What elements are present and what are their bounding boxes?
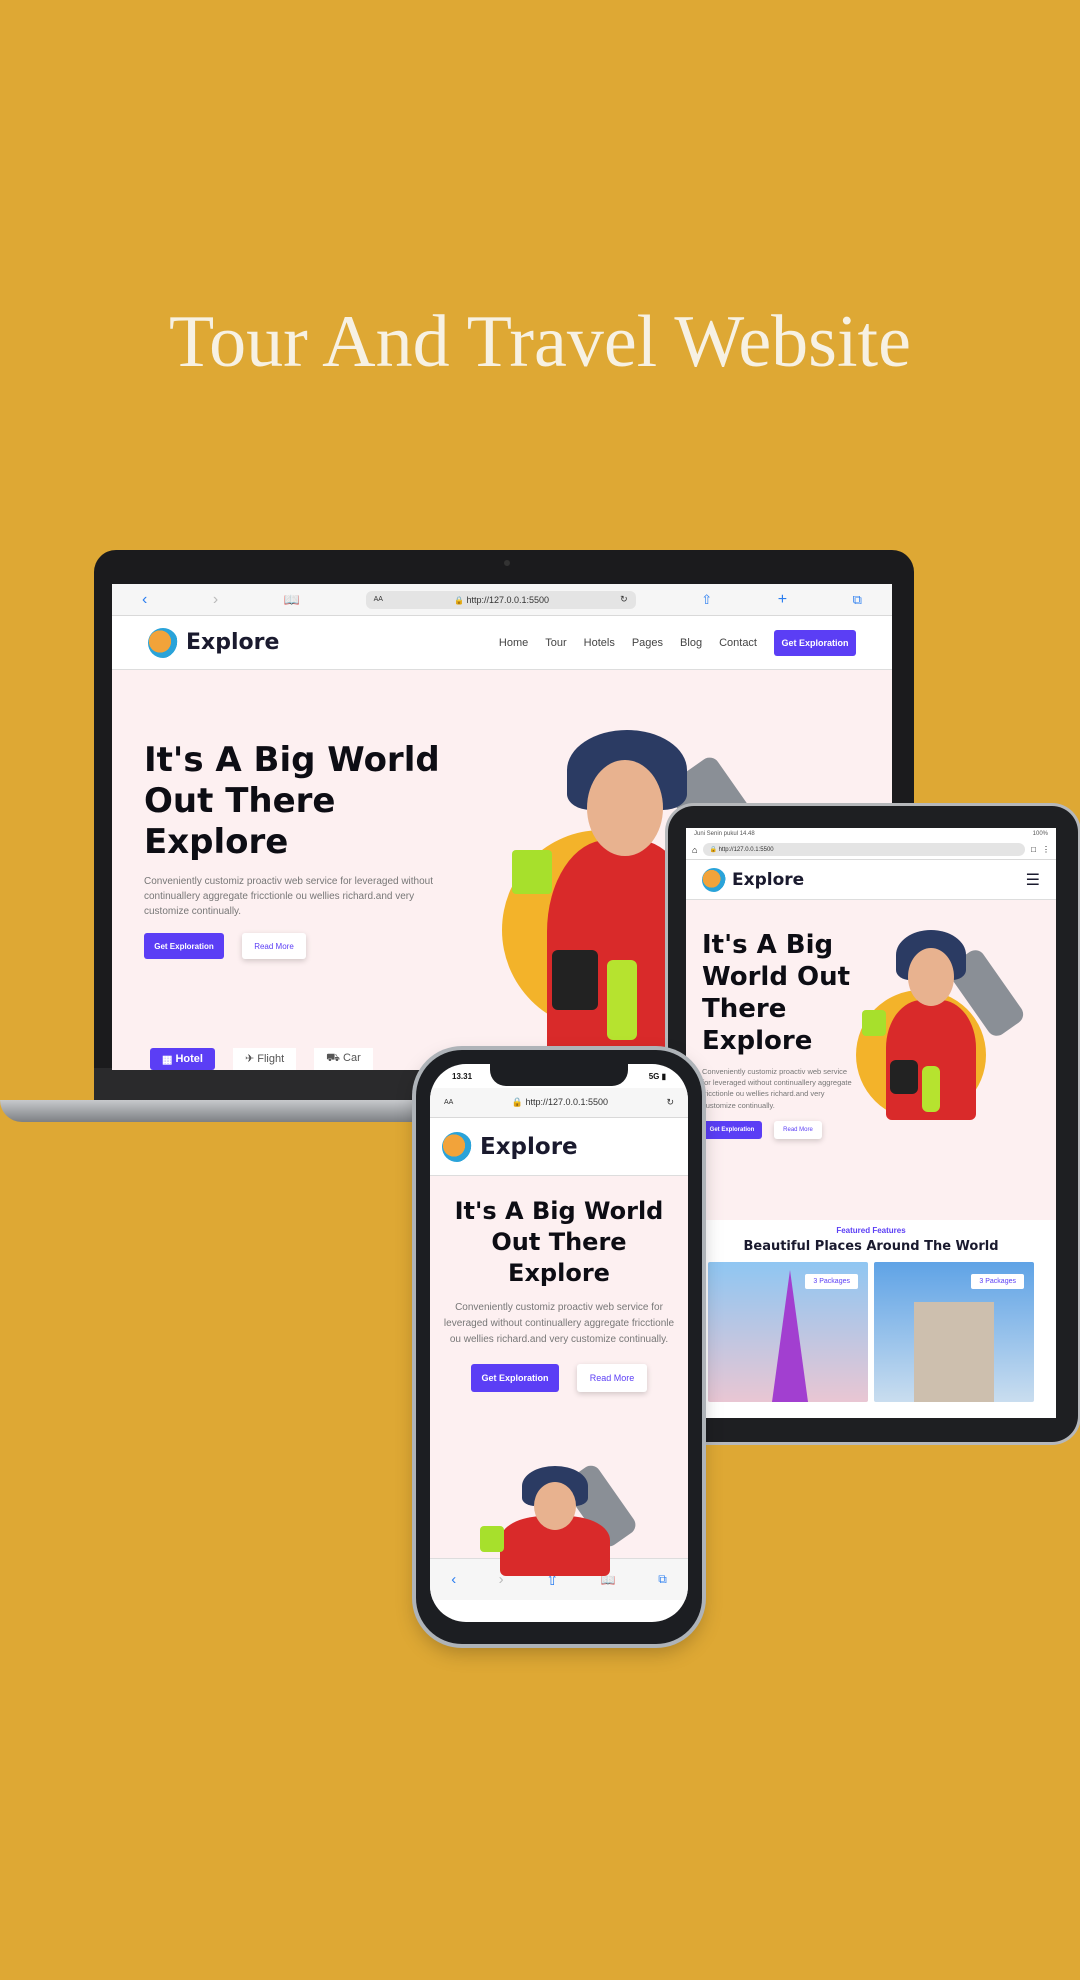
logo-globe-icon bbox=[702, 867, 726, 892]
page-title: Tour And Travel Website bbox=[169, 301, 911, 383]
nav-hotels[interactable]: Hotels bbox=[584, 637, 615, 649]
nav-home[interactable]: Home bbox=[499, 637, 528, 649]
hero-headline-line: Explore bbox=[508, 1259, 610, 1288]
hero-paragraph: Conveniently customiz proactiv web servi… bbox=[443, 1301, 675, 1345]
featured-title: Beautiful Places Around The World bbox=[743, 1239, 999, 1254]
reload-icon[interactable]: ↻ bbox=[666, 1097, 674, 1108]
phone-screen: 13.31 5G ▮ AA 🔒 http://127.0.0.1:5500 ↻ … bbox=[430, 1064, 688, 1622]
tabs-icon[interactable]: ⧉ bbox=[853, 592, 862, 608]
hero-headline-line: There bbox=[702, 993, 787, 1024]
get-exploration-button[interactable]: Get Exploration bbox=[471, 1363, 559, 1392]
destination-card-paris[interactable]: 3 Packages bbox=[708, 1262, 868, 1402]
reload-icon[interactable]: ↻ bbox=[620, 594, 628, 605]
get-exploration-button[interactable]: Get Exploration bbox=[144, 933, 224, 960]
read-more-button[interactable]: Read More bbox=[242, 933, 306, 960]
kebab-menu-icon[interactable]: ⋮ bbox=[1042, 845, 1050, 854]
read-more-button[interactable]: Read More bbox=[577, 1363, 647, 1392]
logo-globe-icon bbox=[442, 1131, 472, 1162]
hero-headline-line: Explore bbox=[702, 1025, 813, 1056]
bookmarks-icon[interactable]: 📖 bbox=[284, 592, 300, 608]
phone-notch bbox=[490, 1062, 628, 1086]
home-icon[interactable]: ⌂ bbox=[692, 845, 697, 855]
url-text: http://127.0.0.1:5500 bbox=[718, 846, 774, 853]
site-header: Explore Home Tour Hotels Pages Blog Cont… bbox=[112, 616, 892, 670]
tab-hotel[interactable]: ▦ Hotel bbox=[150, 1048, 215, 1070]
phone-hero: It's A Big World Out There Explore Conve… bbox=[430, 1176, 688, 1576]
status-time: 13.31 bbox=[452, 1071, 473, 1081]
packages-badge[interactable]: 3 Packages bbox=[971, 1274, 1024, 1289]
tab-hotel-label: Hotel bbox=[175, 1053, 203, 1065]
brand-logo[interactable]: Explore bbox=[148, 627, 280, 658]
tablet-screen: Juni Senin pukul 14.48 100% ⌂ 🔒 http://1… bbox=[686, 828, 1056, 1418]
url-text: http://127.0.0.1:5500 bbox=[466, 594, 550, 605]
hero-paragraph: Conveniently customiz proactiv web servi… bbox=[144, 876, 434, 918]
hero-headline: It's A Big World Out There Explore bbox=[702, 930, 852, 1058]
read-more-button[interactable]: Read More bbox=[774, 1120, 822, 1139]
hero-headline-line: Out There bbox=[491, 1228, 627, 1257]
eiffel-tower-icon bbox=[772, 1270, 808, 1402]
signal-battery: 5G ▮ bbox=[648, 1071, 666, 1081]
tablet-toolbar: ⌂ 🔒 http://127.0.0.1:5500 □ ⋮ bbox=[686, 840, 1056, 860]
hero-headline-line: It's A Big bbox=[702, 930, 834, 960]
browser-toolbar: ‹ › 📖 AA 🔒 http://127.0.0.1:5500 ↻ ⇧ + ⧉ bbox=[112, 584, 892, 616]
hero-headline: It's A Big World Out There Explore bbox=[430, 1196, 688, 1290]
nav-pages[interactable]: Pages bbox=[632, 637, 663, 649]
featured-eyebrow: Featured Features bbox=[836, 1226, 906, 1235]
tablet-hero: It's A Big World Out There Explore Conve… bbox=[686, 900, 1056, 1220]
tab-flight[interactable]: ✈ Flight bbox=[232, 1048, 297, 1070]
tabs-icon[interactable]: ⧉ bbox=[658, 1572, 667, 1587]
phone-address-row: AA 🔒 http://127.0.0.1:5500 ↻ bbox=[430, 1088, 688, 1118]
phone-address-bar[interactable]: AA 🔒 http://127.0.0.1:5500 ↻ bbox=[438, 1092, 680, 1113]
lock-icon: 🔒 bbox=[453, 595, 464, 605]
network-type: 5G bbox=[648, 1071, 660, 1081]
tab-flight-label: Flight bbox=[257, 1053, 285, 1065]
hamburger-menu-icon[interactable]: ☰ bbox=[1026, 870, 1040, 890]
nav-blog[interactable]: Blog bbox=[680, 637, 702, 649]
text-size-button[interactable]: AA bbox=[444, 1099, 453, 1106]
tab-car[interactable]: ⛟ Car bbox=[314, 1048, 373, 1070]
hero-paragraph: Conveniently customiz proactiv web servi… bbox=[702, 1066, 852, 1110]
featured-section: Featured Features Beautiful Places Aroun… bbox=[686, 1220, 1056, 1418]
nav-cta-button[interactable]: Get Exploration bbox=[774, 629, 856, 656]
traveler-illustration bbox=[856, 920, 1046, 1130]
brand-name: Explore bbox=[480, 1133, 578, 1160]
traveler-illustration bbox=[470, 1461, 650, 1576]
back-icon[interactable]: ‹ bbox=[142, 591, 147, 609]
address-bar[interactable]: AA 🔒 http://127.0.0.1:5500 ↻ bbox=[365, 590, 636, 609]
brand-name: Explore bbox=[186, 630, 280, 655]
hero-headline-line: It's A Big World bbox=[454, 1197, 664, 1225]
nav-contact[interactable]: Contact bbox=[719, 637, 757, 649]
nav-tour[interactable]: Tour bbox=[545, 637, 566, 649]
camera bbox=[504, 560, 510, 566]
hero-headline-line: Explore bbox=[144, 821, 289, 862]
lock-icon: 🔒 bbox=[709, 847, 719, 853]
destination-card-madrid[interactable]: 3 Packages bbox=[874, 1262, 1034, 1402]
brand-logo[interactable]: Explore bbox=[702, 867, 805, 892]
hero-headline-line: Out There bbox=[144, 780, 336, 821]
packages-badge[interactable]: 3 Packages bbox=[805, 1274, 858, 1289]
palace-building-icon bbox=[914, 1302, 994, 1402]
share-icon[interactable]: ⇧ bbox=[701, 592, 712, 608]
battery-level: 100% bbox=[1032, 831, 1048, 837]
forward-icon[interactable]: › bbox=[213, 591, 218, 609]
url-text: http://127.0.0.1:5500 bbox=[525, 1097, 609, 1107]
tab-car-label: Car bbox=[343, 1052, 361, 1064]
tabs-count-icon[interactable]: □ bbox=[1031, 845, 1036, 854]
tablet-site-header: Explore ☰ bbox=[686, 860, 1056, 900]
text-size-button[interactable]: AA bbox=[374, 596, 383, 603]
brand-name: Explore bbox=[732, 869, 805, 890]
tablet-status-bar: Juni Senin pukul 14.48 100% bbox=[686, 828, 1056, 840]
phone-site-header: Explore bbox=[430, 1118, 688, 1176]
brand-logo[interactable]: Explore bbox=[442, 1131, 578, 1162]
back-icon[interactable]: ‹ bbox=[451, 1571, 456, 1588]
hero-headline-line: World Out bbox=[702, 961, 851, 992]
hero-headline-line: It's A Big World bbox=[144, 740, 440, 780]
status-time: Juni Senin pukul 14.48 bbox=[694, 831, 755, 837]
get-exploration-button[interactable]: Get Exploration bbox=[702, 1120, 762, 1139]
tablet-address-bar[interactable]: 🔒 http://127.0.0.1:5500 bbox=[703, 843, 1026, 856]
logo-globe-icon bbox=[148, 627, 178, 658]
hero-headline: It's A Big World Out There Explore bbox=[144, 740, 440, 862]
new-tab-icon[interactable]: + bbox=[778, 591, 787, 609]
lock-icon: 🔒 bbox=[511, 1097, 523, 1107]
